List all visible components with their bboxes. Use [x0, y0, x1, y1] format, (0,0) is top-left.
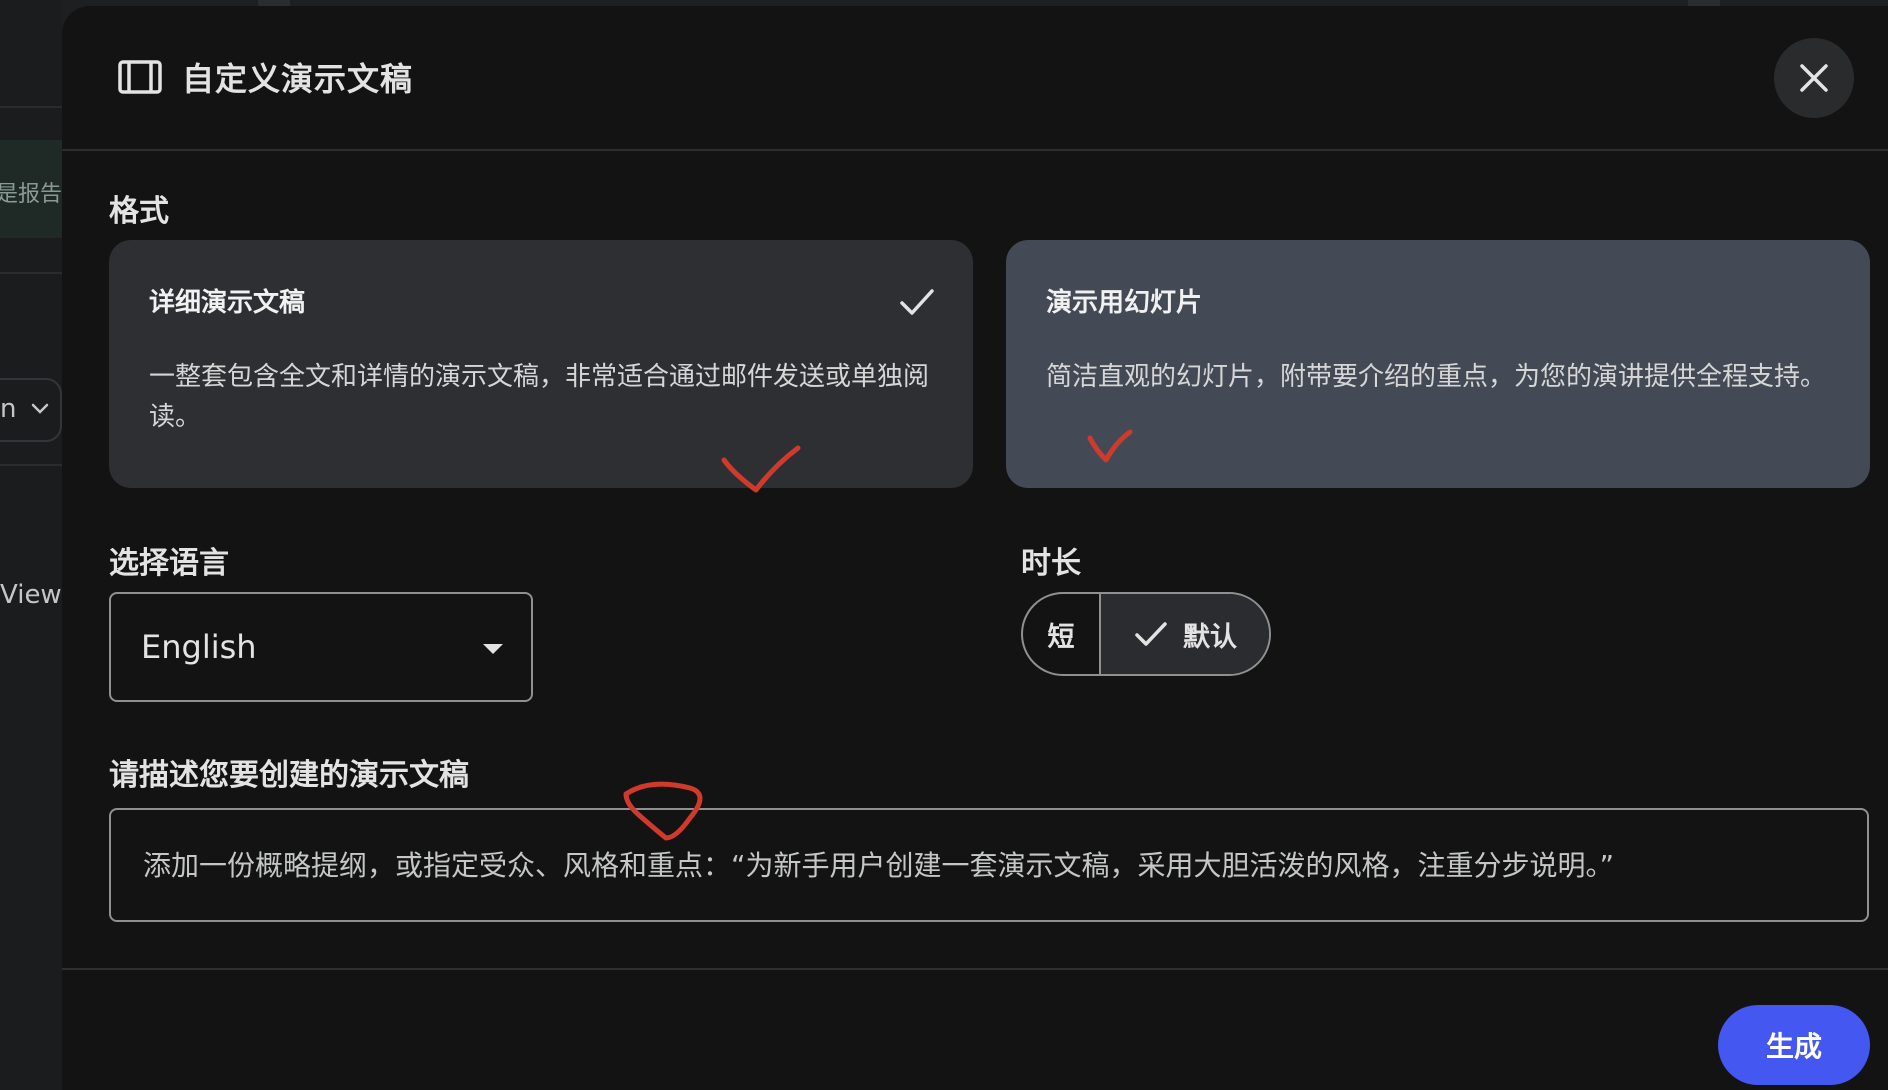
chevron-down-icon — [31, 403, 49, 414]
format-card-description: 一整套包含全文和详情的演示文稿，非常适合通过邮件发送或单独阅读。 — [149, 362, 930, 432]
description-field[interactable] — [109, 808, 1869, 922]
background-chip-text: 是报告和 — [0, 182, 66, 207]
duration-option-label: 短 — [1047, 621, 1075, 653]
background-divider — [0, 272, 62, 274]
format-card-description: 简洁直观的幻灯片，附带要介绍的重点，为您的演讲提供全程支持。 — [1046, 362, 1827, 392]
close-button[interactable] — [1774, 38, 1854, 118]
duration-option-default[interactable]: 默认 — [1101, 594, 1269, 674]
background-divider — [0, 106, 62, 108]
format-card-detailed[interactable]: 详细演示文稿 一整套包含全文和详情的演示文稿，非常适合通过邮件发送或单独阅读。 — [109, 240, 973, 488]
footer-divider — [62, 968, 1888, 970]
format-card-title: 演示用幻灯片 — [1046, 288, 1203, 318]
background-select-text: n — [0, 394, 17, 424]
format-card-title: 详细演示文稿 — [149, 288, 306, 318]
duration-option-short[interactable]: 短 — [1023, 594, 1101, 674]
dropdown-arrow-icon — [483, 644, 503, 654]
duration-label: 时长 — [1021, 546, 1081, 581]
generate-button[interactable]: 生成 — [1718, 1005, 1870, 1085]
duration-option-label: 默认 — [1183, 621, 1237, 653]
description-label: 请描述您要创建的演示文稿 — [109, 758, 469, 793]
dialog-title: 自定义演示文稿 — [182, 60, 414, 98]
language-select[interactable]: English — [109, 592, 533, 702]
background-sidebar: 是报告和 n Viewer — [0, 0, 66, 1090]
background-viewer-text: Viewer — [0, 580, 62, 610]
check-icon — [1135, 622, 1167, 646]
description-input[interactable] — [141, 810, 1867, 920]
customize-presentation-dialog: 自定义演示文稿 格式 详细演示文稿 一整套包含全文和详情的演示文稿，非常适合通过… — [62, 6, 1888, 1090]
dialog-header: 自定义演示文稿 — [62, 6, 1888, 151]
duration-segmented-control: 短 默认 — [1021, 592, 1271, 676]
language-label: 选择语言 — [109, 546, 229, 581]
slides-icon — [118, 60, 162, 94]
format-label: 格式 — [109, 194, 169, 229]
background-divider — [0, 464, 62, 466]
language-selected-value: English — [141, 628, 257, 666]
check-icon — [900, 289, 934, 315]
close-icon — [1800, 64, 1828, 92]
format-card-slides[interactable]: 演示用幻灯片 简洁直观的幻灯片，附带要介绍的重点，为您的演讲提供全程支持。 — [1006, 240, 1870, 488]
